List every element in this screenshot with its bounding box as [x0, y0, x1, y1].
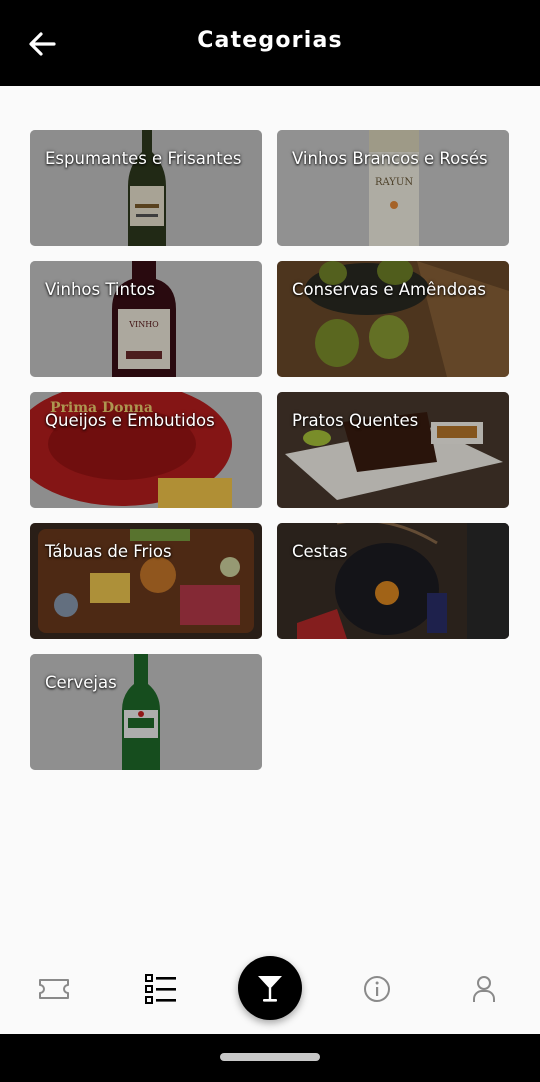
ticket-icon — [39, 979, 69, 999]
system-navigation-bar — [0, 1034, 540, 1082]
cocktail-glass-icon — [258, 976, 282, 1002]
bottom-navigation — [0, 938, 540, 1034]
category-label: Queijos e Embutidos — [45, 411, 215, 430]
list-icon — [145, 974, 176, 1004]
nav-info[interactable] — [354, 966, 400, 1012]
app-header: Categorias — [0, 0, 540, 86]
nav-list[interactable] — [138, 966, 184, 1012]
info-icon — [364, 976, 390, 1002]
category-label: Vinhos Brancos e Rosés — [292, 149, 488, 168]
category-card-vinhos-tintos[interactable]: VINHO Vinhos Tintos — [30, 261, 262, 377]
category-card-vinhos-brancos[interactable]: RAYUN Vinhos Brancos e Rosés — [277, 130, 509, 246]
category-label: Pratos Quentes — [292, 411, 419, 430]
category-label: Cestas — [292, 542, 348, 561]
category-card-cestas[interactable]: Cestas — [277, 523, 509, 639]
nav-ticket[interactable] — [31, 966, 77, 1012]
nav-profile[interactable] — [461, 966, 507, 1012]
home-indicator[interactable] — [220, 1053, 320, 1061]
category-card-espumantes[interactable]: Espumantes e Frisantes — [30, 130, 262, 246]
category-card-conservas[interactable]: Conservas e Amêndoas — [277, 261, 509, 377]
page-title: Categorias — [197, 28, 343, 53]
category-label: Conservas e Amêndoas — [292, 280, 486, 299]
category-list: Espumantes e Frisantes RAYUN Vinhos Bran… — [0, 86, 540, 938]
category-label: Cervejas — [45, 673, 117, 692]
category-card-cervejas[interactable]: Cervejas — [30, 654, 262, 770]
user-icon — [473, 976, 495, 1002]
nav-categories[interactable] — [238, 956, 302, 1020]
category-label: Tábuas de Frios — [45, 542, 172, 561]
category-card-tabuas[interactable]: Tábuas de Frios — [30, 523, 262, 639]
category-card-pratos-quentes[interactable]: Pratos Quentes — [277, 392, 509, 508]
category-label: Vinhos Tintos — [45, 280, 156, 299]
category-label: Espumantes e Frisantes — [45, 149, 242, 168]
category-card-queijos[interactable]: Prima Donna Queijos e Embutidos — [30, 392, 262, 508]
